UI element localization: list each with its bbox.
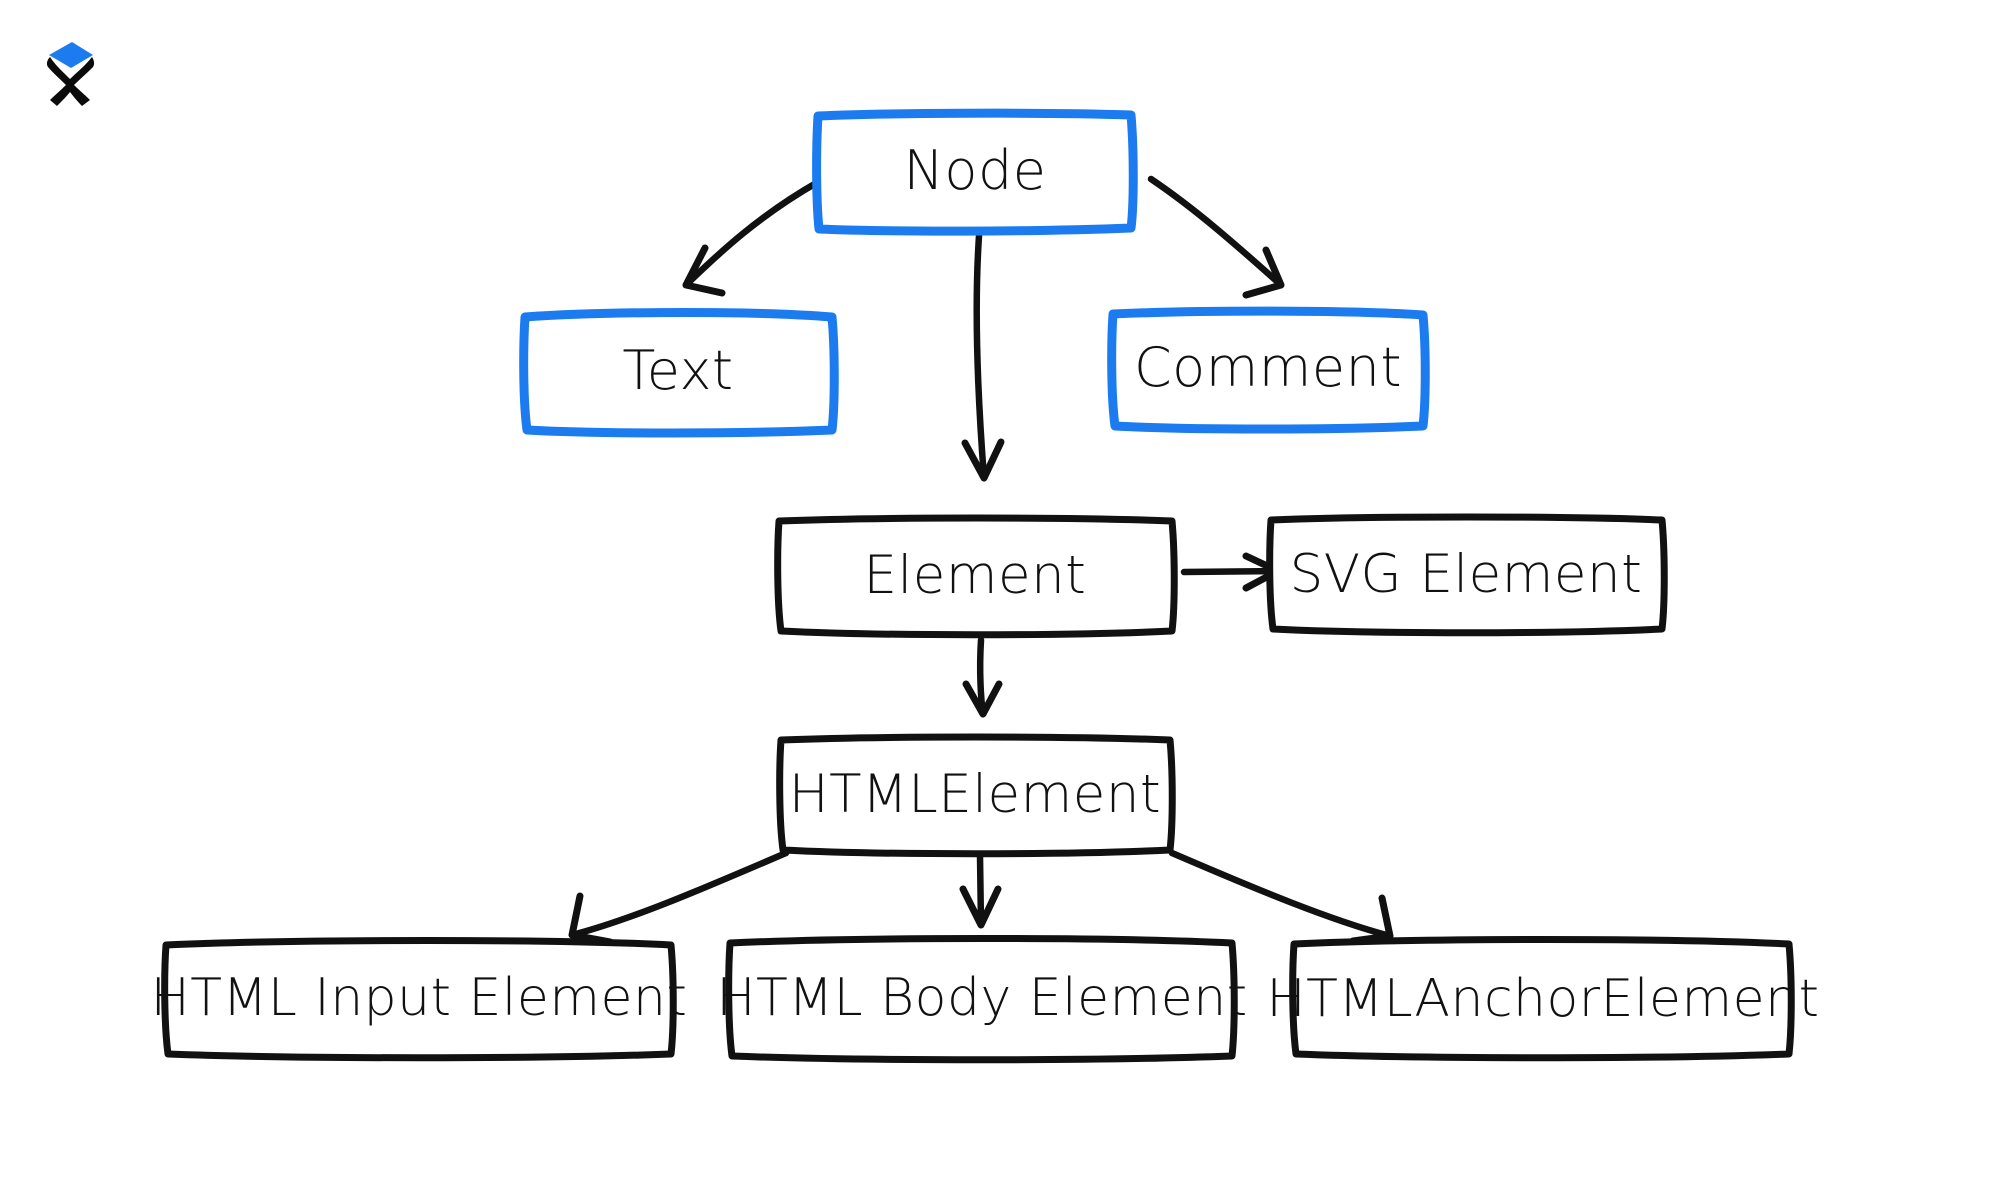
node-box-comment[interactable]: Comment [1107,306,1430,434]
node-box-text[interactable]: Text [519,308,839,438]
node-label-comment: Comment [1134,336,1402,399]
edge-html-element-to-html-input-element [568,849,790,946]
node-box-element[interactable]: Element [774,514,1178,639]
node-label-html-anchor-element: HTMLAnchorElement [1267,969,1820,1029]
node-box-node[interactable]: Node [812,108,1138,236]
edge-node-to-comment [1147,175,1285,299]
diagram-canvas: Node Text Comment Element SVG Element HT… [46,42,1820,1064]
node-box-html-anchor-element[interactable]: HTMLAnchorElement [1267,936,1820,1062]
excalidraw-logo[interactable] [46,42,95,106]
edge-element-to-svg-element [1180,552,1282,592]
node-label-svg-element: SVG Element [1290,544,1643,605]
node-box-html-element[interactable]: HTMLElement [776,733,1176,858]
node-label-node: Node [904,139,1047,202]
node-box-html-input-element[interactable]: HTML Input Element [151,937,688,1062]
edge-node-to-element [961,232,1005,482]
edge-html-element-to-html-body-element [959,852,1002,929]
node-box-html-body-element[interactable]: HTML Body Element [716,935,1247,1064]
node-label-element: Element [864,545,1087,606]
node-label-html-input-element: HTML Input Element [151,968,688,1028]
edge-node-to-text [682,178,822,297]
node-box-svg-element[interactable]: SVG Element [1266,513,1668,637]
node-label-html-element: HTMLElement [789,764,1161,825]
edge-html-element-to-html-anchor-element [1168,849,1394,945]
node-label-text: Text [622,339,733,402]
edge-element-to-html-element [962,636,1003,718]
node-label-html-body-element: HTML Body Element [716,968,1247,1028]
